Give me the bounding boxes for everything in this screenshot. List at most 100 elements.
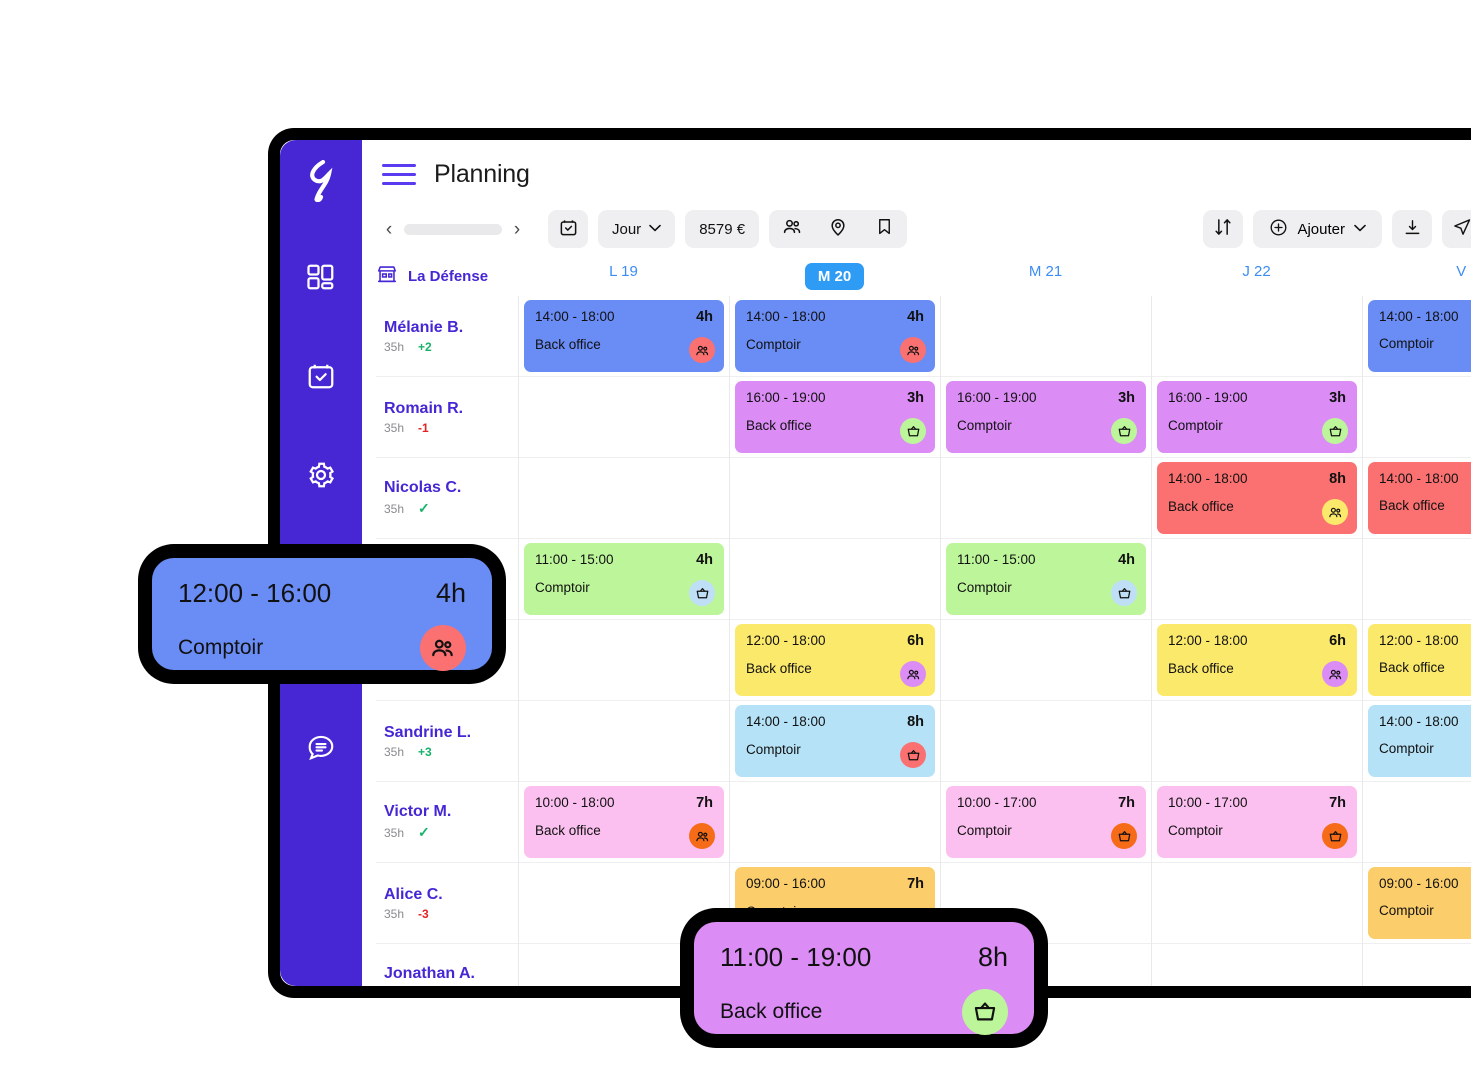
schedule-cell[interactable]: 14:00 - 18:00 Comptoir [1363,296,1471,377]
sidebar-item-messages[interactable] [299,725,343,769]
shift-card[interactable]: 14:00 - 18:00 4h Back office [524,300,724,372]
schedule-cell[interactable] [941,701,1151,782]
schedule-cell[interactable]: 12:00 - 18:00 6h Back office [730,620,940,701]
calendar-picker-button[interactable] [548,210,588,248]
schedule-cell[interactable] [941,296,1151,377]
filter-bookmark-button[interactable] [861,210,907,248]
people-icon [900,661,926,687]
prev-period-button[interactable]: ‹ [382,220,396,239]
sort-button[interactable] [1203,210,1244,248]
schedule-cell[interactable] [730,458,940,539]
schedule-cell[interactable] [1152,701,1362,782]
send-button[interactable] [1442,210,1471,248]
shift-card[interactable]: 10:00 - 17:00 7h Comptoir [1157,786,1357,858]
schedule-cell[interactable]: 16:00 - 19:00 3h Back office [730,377,940,458]
schedule-cell[interactable] [1152,944,1362,986]
shift-card[interactable]: 09:00 - 16:00 Comptoir [1368,867,1471,939]
schedule-cell[interactable]: 14:00 - 18:00 4h Back office [519,296,729,377]
schedule-cell[interactable]: 12:00 - 18:00 6h Back office [1152,620,1362,701]
day-header-2[interactable]: M 21 [940,263,1151,290]
schedule-cell[interactable] [519,701,729,782]
shift-card[interactable]: 12:00 - 18:00 6h Back office [735,624,935,696]
schedule-cell[interactable]: 11:00 - 15:00 4h Comptoir [519,539,729,620]
schedule-cell[interactable] [1363,539,1471,620]
shift-card[interactable]: 10:00 - 17:00 7h Comptoir [946,786,1146,858]
schedule-cell[interactable] [941,458,1151,539]
highlighted-shift-card-left[interactable]: 12:00 - 16:00 4h Comptoir [152,558,492,671]
shift-time: 14:00 - 18:00 [1379,714,1459,729]
sidebar-item-settings[interactable] [299,453,343,497]
shift-card-header: 11:00 - 15:00 4h [535,552,713,568]
shift-card[interactable]: 14:00 - 18:00 Comptoir [1368,705,1471,777]
shift-card[interactable]: 14:00 - 18:00 8h Comptoir [735,705,935,777]
shift-card[interactable]: 14:00 - 18:00 8h Back office [1157,462,1357,534]
day-header-3[interactable]: J 22 [1151,263,1362,290]
shift-card[interactable]: 14:00 - 18:00 4h Comptoir [735,300,935,372]
day-header-1[interactable]: M 20 [729,262,940,290]
schedule-cell[interactable]: 16:00 - 19:00 3h Comptoir [1152,377,1362,458]
schedule-cell[interactable]: 10:00 - 18:00 7h Back office [519,782,729,863]
schedule-cell[interactable] [1363,782,1471,863]
employee-row[interactable]: Mélanie B. 35h +2 [376,296,518,377]
shift-card[interactable]: 16:00 - 19:00 3h Comptoir [946,381,1146,453]
day-header-4[interactable]: V 2 [1362,263,1471,290]
schedule-cell[interactable] [1152,539,1362,620]
schedule-cell[interactable]: 14:00 - 18:00 8h Back office [1152,458,1362,539]
shift-time: 11:00 - 15:00 [535,552,614,567]
site-selector[interactable]: La Défense [376,263,518,290]
employee-hours-delta: +3 [418,744,432,759]
shift-card[interactable]: 11:00 - 15:00 4h Comptoir [524,543,724,615]
schedule-cell[interactable]: 14:00 - 18:00 Back office [1363,458,1471,539]
schedule-cell[interactable]: 14:00 - 18:00 8h Comptoir [730,701,940,782]
shift-card[interactable]: 16:00 - 19:00 3h Back office [735,381,935,453]
view-mode-dropdown[interactable]: Jour [598,210,676,248]
schedule-cell[interactable] [1363,377,1471,458]
brand-logo-icon[interactable] [303,159,339,207]
schedule-cell[interactable]: 09:00 - 16:00 Comptoir [1363,863,1471,944]
schedule-cell[interactable]: 12:00 - 18:00 Back office [1363,620,1471,701]
employee-row[interactable]: Romain R. 35h -1 [376,377,518,458]
schedule-cell[interactable] [941,620,1151,701]
schedule-cell[interactable] [519,458,729,539]
schedule-cell[interactable] [1152,863,1362,944]
shift-duration: 4h [696,309,713,325]
schedule-cell[interactable] [1152,296,1362,377]
schedule-cell[interactable]: 14:00 - 18:00 4h Comptoir [730,296,940,377]
employee-row[interactable]: Alice C. 35h -3 [376,863,518,944]
employee-row[interactable]: Victor M. 35h ✓ [376,782,518,863]
employee-row[interactable]: Sandrine L. 35h +3 [376,701,518,782]
schedule-cell[interactable]: 11:00 - 15:00 4h Comptoir [941,539,1151,620]
schedule-cell[interactable] [730,782,940,863]
day-header-0[interactable]: L 19 [518,263,729,290]
schedule-cell[interactable]: 16:00 - 19:00 3h Comptoir [941,377,1151,458]
add-button[interactable]: Ajouter [1253,210,1382,248]
shift-card[interactable]: 12:00 - 18:00 Back office [1368,624,1471,696]
sidebar-item-dashboard[interactable] [299,255,343,299]
shift-card[interactable]: 10:00 - 18:00 7h Back office [524,786,724,858]
shift-card[interactable]: 14:00 - 18:00 Comptoir [1368,300,1471,372]
schedule-cell[interactable]: 14:00 - 18:00 Comptoir [1363,701,1471,782]
download-button[interactable] [1392,210,1432,248]
highlighted-shift-card-bottom[interactable]: 11:00 - 19:00 8h Back office [694,922,1034,1035]
schedule-cell[interactable] [1363,944,1471,986]
shift-time: 10:00 - 17:00 [957,795,1037,810]
schedule-cell[interactable] [519,377,729,458]
schedule-cell[interactable]: 10:00 - 17:00 7h Comptoir [1152,782,1362,863]
schedule-cell[interactable] [730,539,940,620]
filter-location-button[interactable] [815,210,861,248]
shift-card[interactable]: 11:00 - 15:00 4h Comptoir [946,543,1146,615]
employee-row[interactable]: Nicolas C. 35h ✓ [376,458,518,539]
next-period-button[interactable]: › [510,220,524,239]
filter-people-button[interactable] [769,210,815,248]
sidebar-item-planning[interactable] [299,354,343,398]
schedule-cell[interactable] [519,620,729,701]
shift-card[interactable]: 14:00 - 18:00 Back office [1368,462,1471,534]
date-range-field[interactable] [404,223,502,235]
hamburger-menu-icon[interactable] [382,163,416,185]
shift-card[interactable]: 12:00 - 18:00 6h Back office [1157,624,1357,696]
employee-row[interactable]: Jonathan A.35h✓ [376,944,518,986]
schedule-cell[interactable]: 10:00 - 17:00 7h Comptoir [941,782,1151,863]
labor-cost-badge[interactable]: 8579 € [685,210,760,248]
bookmark-icon [875,217,894,241]
shift-card[interactable]: 16:00 - 19:00 3h Comptoir [1157,381,1357,453]
